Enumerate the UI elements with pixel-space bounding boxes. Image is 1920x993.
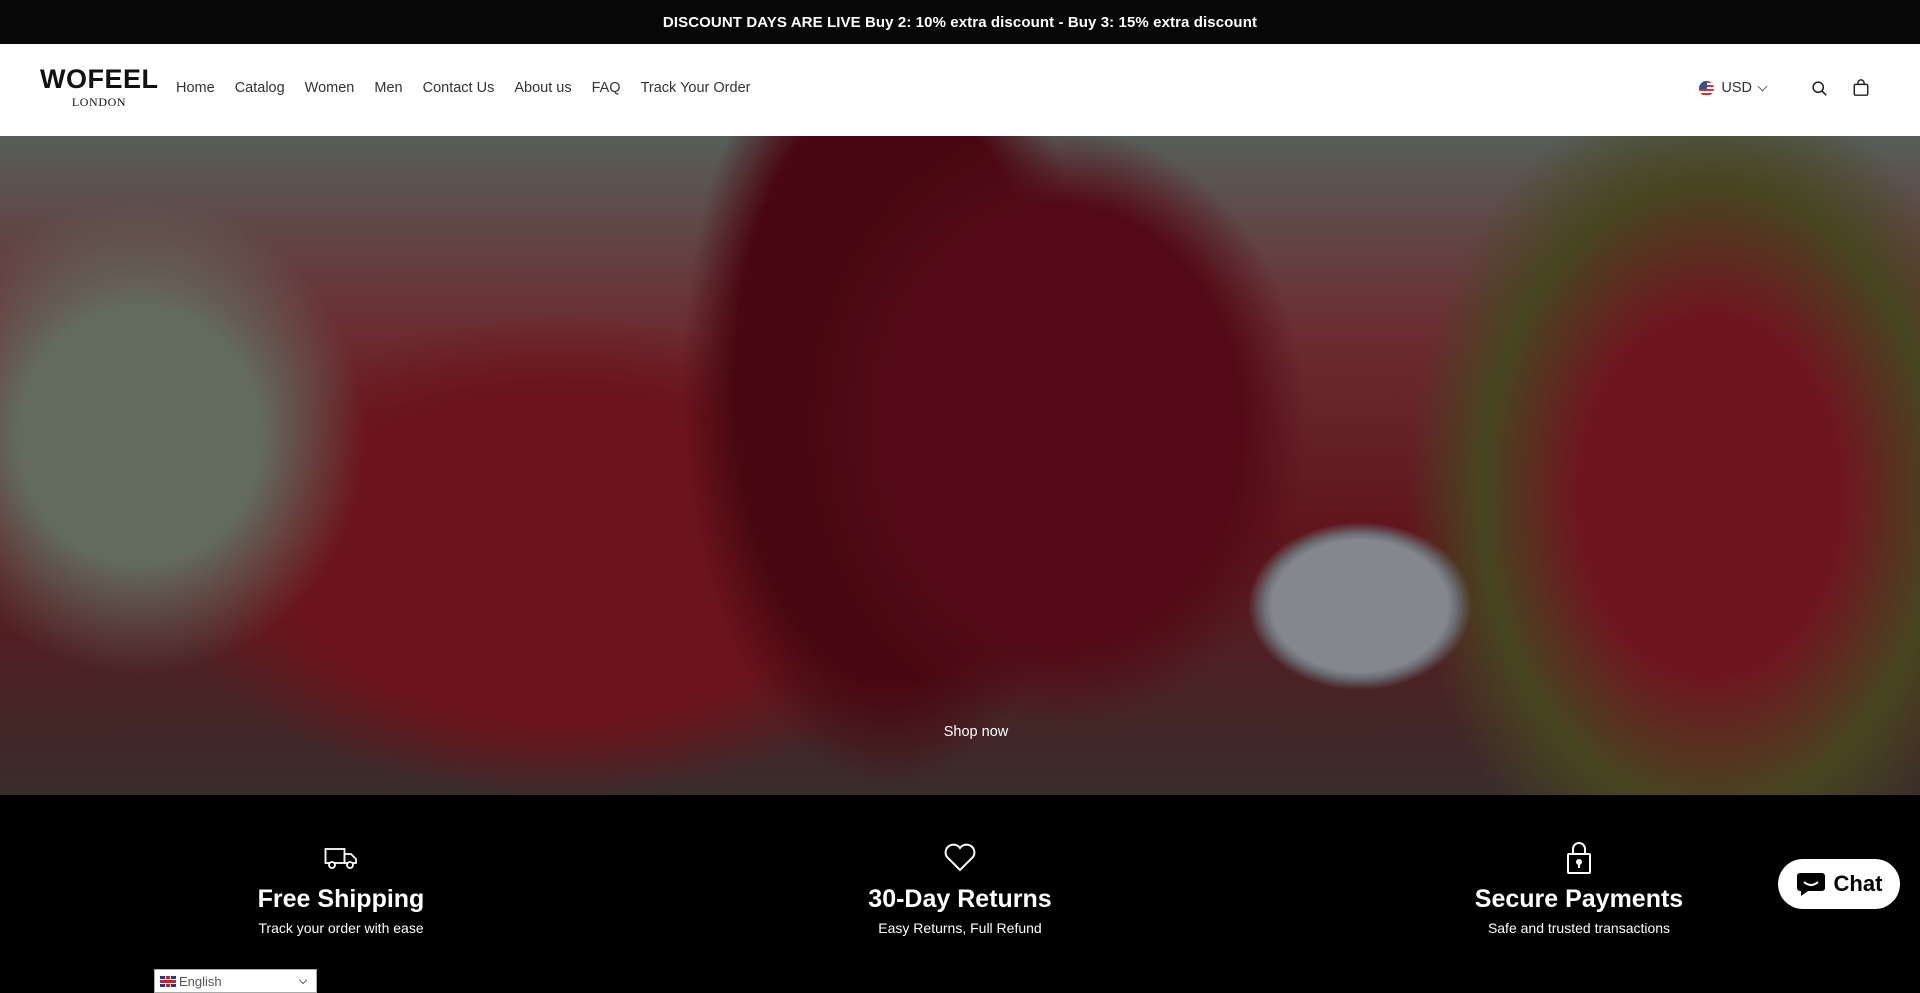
feature-text: Easy Returns, Full Refund	[878, 920, 1042, 936]
site-logo[interactable]: WOFEEL LONDON	[40, 64, 159, 109]
feature-returns: 30-Day Returns Easy Returns, Full Refund	[780, 841, 1140, 936]
currency-label: USD	[1721, 80, 1752, 96]
site-header: WOFEEL LONDON Home Catalog Women Men Con…	[0, 44, 1920, 136]
feature-free-shipping: Free Shipping Track your order with ease	[161, 841, 521, 936]
cart-icon	[1853, 79, 1869, 96]
chat-label: Chat	[1833, 871, 1883, 896]
chevron-down-icon	[1757, 81, 1768, 91]
nav-women[interactable]: Women	[305, 80, 355, 96]
nav-track-order[interactable]: Track Your Order	[641, 80, 751, 96]
nav-home[interactable]: Home	[176, 80, 215, 96]
language-selector[interactable]: English	[154, 969, 317, 993]
nav-about-us[interactable]: About us	[514, 80, 571, 96]
language-label: English	[179, 973, 222, 989]
nav-contact-us[interactable]: Contact Us	[423, 80, 495, 96]
lock-icon	[1567, 842, 1591, 874]
feature-title: Secure Payments	[1474, 885, 1684, 913]
features-section: Free Shipping Track your order with ease…	[0, 795, 1920, 993]
shop-now-link[interactable]: Shop now	[944, 724, 1009, 740]
search-button[interactable]	[1808, 77, 1830, 99]
nav-catalog[interactable]: Catalog	[235, 80, 285, 96]
us-flag-icon	[1699, 80, 1715, 96]
main-nav: Home Catalog Women Men Contact Us About …	[176, 80, 770, 96]
feature-text: Safe and trusted transactions	[1487, 920, 1671, 936]
logo-brand: WOFEEL	[40, 64, 159, 94]
announcement-bar: DISCOUNT DAYS ARE LIVE Buy 2: 10% extra …	[0, 0, 1920, 44]
announcement-text: DISCOUNT DAYS ARE LIVE Buy 2: 10% extra …	[662, 13, 1258, 31]
nav-faq[interactable]: FAQ	[592, 80, 621, 96]
heart-icon	[944, 843, 976, 872]
currency-selector[interactable]: USD	[1699, 80, 1768, 96]
chevron-down-icon	[298, 975, 308, 985]
search-icon	[1811, 80, 1827, 96]
feature-title: 30-Day Returns	[868, 885, 1052, 913]
nav-men[interactable]: Men	[374, 80, 402, 96]
cart-button[interactable]	[1850, 77, 1872, 99]
uk-flag-icon	[160, 975, 176, 987]
feature-title: Free Shipping	[257, 885, 425, 913]
feature-secure-payments: Secure Payments Safe and trusted transac…	[1399, 841, 1759, 936]
header-actions: USD	[1699, 77, 1872, 99]
hero-banner[interactable]: Shop now	[0, 136, 1920, 795]
chat-button[interactable]: Chat	[1778, 859, 1900, 909]
truck-icon	[324, 848, 357, 869]
feature-text: Track your order with ease	[258, 920, 424, 936]
logo-sub: LONDON	[71, 95, 127, 109]
chat-bubble-icon	[1796, 873, 1825, 896]
